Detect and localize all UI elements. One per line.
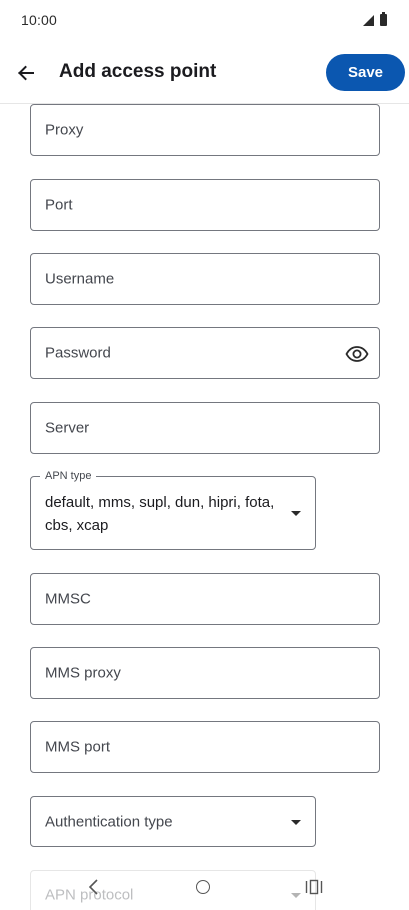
mms-proxy-label: MMS proxy <box>45 664 121 682</box>
mms-port-label: MMS port <box>45 738 111 756</box>
password-field[interactable]: Password <box>30 327 380 379</box>
arrow-back-icon[interactable] <box>12 59 40 87</box>
username-field[interactable]: Username <box>30 253 380 305</box>
authentication-type-label: Authentication type <box>45 813 173 830</box>
port-field[interactable]: Port <box>30 179 380 231</box>
mms-proxy-field[interactable]: MMS proxy <box>30 647 380 699</box>
server-label: Server <box>45 419 90 437</box>
mms-port-field[interactable]: MMS port <box>30 721 380 773</box>
navigation-bar <box>0 866 409 910</box>
page-title: Add access point <box>59 61 217 82</box>
nav-recents-icon[interactable] <box>305 879 323 895</box>
proxy-field[interactable]: Proxy <box>30 104 380 156</box>
server-field[interactable]: Server <box>30 402 380 454</box>
apn-form: Proxy Port Username Password Server APN … <box>0 0 409 910</box>
screen: 10:00 Proxy Port Username Password Serve… <box>0 0 409 910</box>
proxy-label: Proxy <box>45 121 84 139</box>
port-label: Port <box>45 196 73 214</box>
nav-home-icon[interactable] <box>196 880 210 894</box>
chevron-down-icon <box>291 511 301 516</box>
apn-type-label: APN type <box>40 469 97 483</box>
chevron-down-icon <box>291 820 301 825</box>
apn-type-dropdown[interactable]: APN type default, mms, supl, dun, hipri,… <box>30 469 316 550</box>
nav-back-icon[interactable] <box>86 878 102 896</box>
username-label: Username <box>45 270 115 288</box>
apn-type-value: default, mms, supl, dun, hipri, fota, cb… <box>45 494 275 534</box>
password-label: Password <box>45 344 111 362</box>
app-bar: Add access point Save <box>0 42 409 104</box>
save-button[interactable]: Save <box>326 54 405 91</box>
mmsc-field[interactable]: MMSC <box>30 573 380 625</box>
mmsc-label: MMSC <box>45 590 91 608</box>
eye-icon[interactable] <box>345 342 369 366</box>
authentication-type-dropdown[interactable]: Authentication type <box>30 796 316 847</box>
